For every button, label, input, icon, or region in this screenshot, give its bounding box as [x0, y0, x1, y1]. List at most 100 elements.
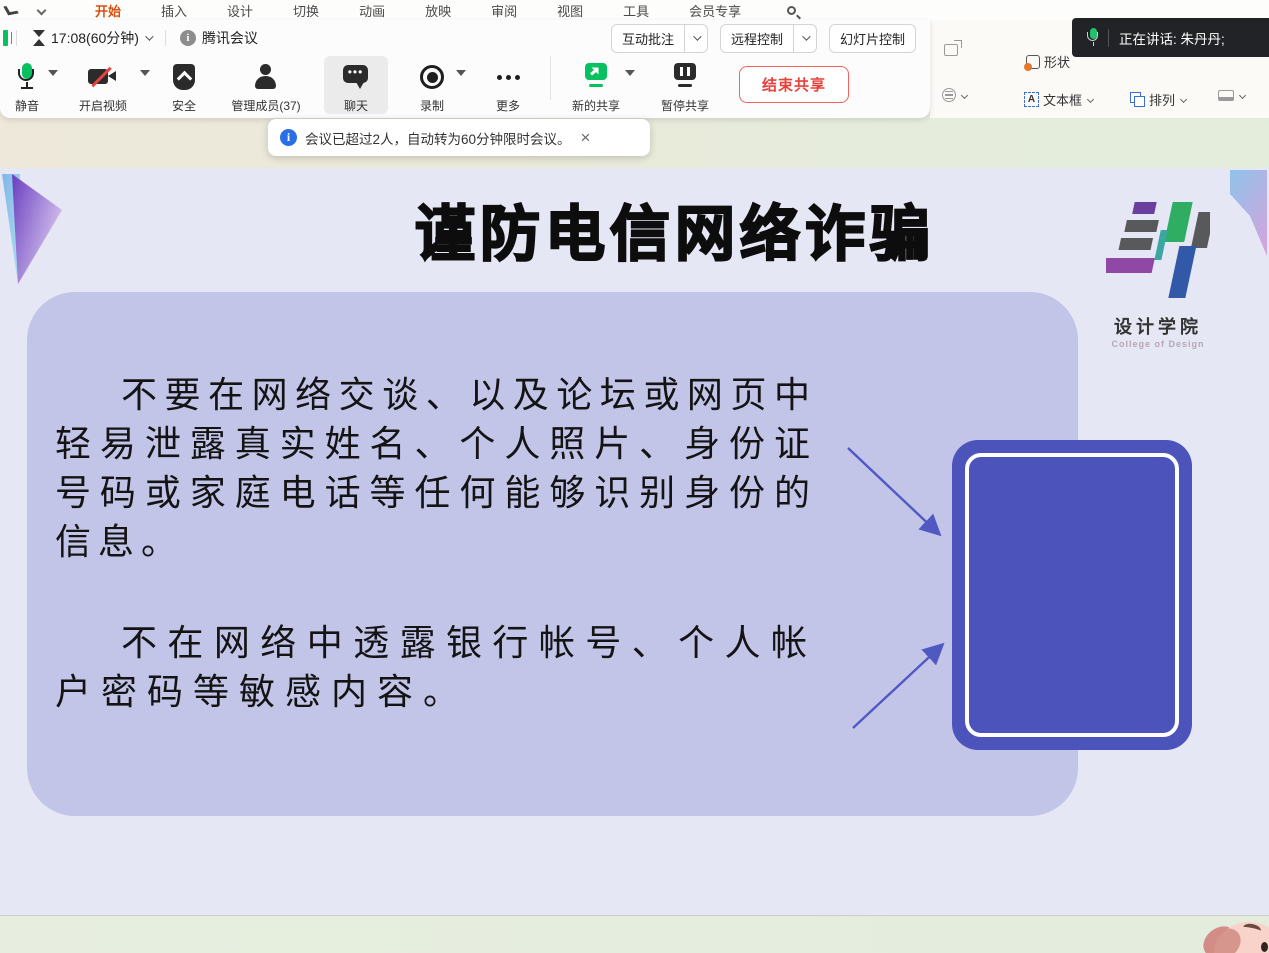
chevron-down-icon: [961, 91, 968, 98]
app-name: 腾讯会议: [202, 28, 258, 48]
blue-placeholder-rect: [952, 440, 1192, 750]
divider: [550, 56, 551, 100]
meeting-timer: 17:08(60分钟): [51, 28, 139, 48]
pause-share-label: 暂停共享: [661, 97, 709, 114]
camera-dropdown-icon[interactable]: [140, 70, 150, 76]
tab-animations[interactable]: 动画: [359, 1, 385, 20]
college-logo-mark: [1106, 196, 1210, 302]
quick-access-icon[interactable]: [3, 5, 18, 16]
slide-paragraph-1: 不要在网络交谈、以及论坛或网页中轻易泄露真实姓名、个人照片、身份证号码或家庭电话…: [55, 370, 817, 566]
camera-button[interactable]: 开启视频: [60, 56, 146, 114]
annotate-button[interactable]: 互动批注: [611, 24, 708, 53]
camera-label: 开启视频: [79, 97, 127, 114]
end-share-button[interactable]: 结束共享: [739, 66, 849, 103]
record-label: 录制: [420, 97, 444, 114]
pause-share-icon: [672, 63, 698, 91]
align-text-icon[interactable]: [942, 88, 967, 102]
remote-control-label: 远程控制: [721, 29, 793, 48]
close-icon[interactable]: ×: [581, 129, 591, 146]
mute-dropdown-icon[interactable]: [48, 70, 58, 76]
divider: [165, 30, 166, 46]
remote-control-button[interactable]: 远程控制: [720, 24, 817, 53]
bottom-strip: [0, 915, 1269, 953]
slide-control-label: 幻灯片控制: [830, 29, 915, 48]
college-logo-en: College of Design: [1096, 339, 1220, 349]
meeting-toolbar-bottom-row: 静音 开启视频 安全 管理成员(37) ••• 聊天 录制 更多: [0, 56, 930, 116]
chevron-down-icon: [1180, 96, 1187, 103]
college-logo-cn: 设计学院: [1096, 313, 1220, 339]
tab-home[interactable]: 开始: [95, 1, 121, 20]
divider: [16, 30, 17, 46]
chat-label: 聊天: [344, 97, 368, 114]
speaking-status-box: 正在讲话: 朱丹丹;: [1072, 18, 1269, 57]
textbox-icon: A: [1024, 92, 1039, 107]
meeting-toolbar-top-row: 17:08(60分钟) i 腾讯会议 互动批注 远程控制 幻灯片控制: [0, 22, 930, 54]
annotate-label: 互动批注: [612, 29, 684, 48]
remote-control-dropdown[interactable]: [793, 25, 816, 52]
tab-tools[interactable]: 工具: [623, 1, 649, 20]
tab-transitions[interactable]: 切换: [293, 1, 319, 20]
mute-button[interactable]: 静音: [0, 56, 54, 114]
shapes-icon: [1026, 55, 1040, 69]
annotate-dropdown[interactable]: [684, 25, 707, 52]
camera-off-icon: [88, 67, 118, 87]
more-button[interactable]: 更多: [476, 56, 540, 114]
chat-button[interactable]: ••• 聊天: [324, 56, 388, 114]
slide-control-button[interactable]: 幻灯片控制: [829, 24, 916, 53]
new-share-icon: [583, 63, 609, 91]
new-share-dropdown-icon[interactable]: [625, 70, 635, 76]
pointer-arrows: [830, 428, 962, 750]
more-label: 更多: [496, 97, 520, 114]
arrange-label: 排列: [1149, 90, 1175, 109]
slide-paragraph-2: 不在网络中透露银行帐号、个人帐户密码等敏感内容。: [55, 618, 817, 716]
tab-view[interactable]: 视图: [557, 1, 583, 20]
placeholder-icon: [1218, 90, 1234, 101]
tab-membership[interactable]: 会员专享: [689, 1, 741, 20]
speaking-status-text: 正在讲话: 朱丹丹;: [1119, 28, 1225, 48]
security-button[interactable]: 安全: [152, 56, 216, 114]
left-triangle-decoration: [0, 170, 64, 288]
tab-review[interactable]: 审阅: [491, 1, 517, 20]
chevron-down-icon: [1239, 92, 1246, 99]
info-icon: i: [280, 129, 297, 146]
shield-icon: [173, 64, 195, 90]
textbox-label: 文本框: [1043, 90, 1082, 109]
meeting-logo-fragment: [3, 30, 8, 46]
search-icon[interactable]: [787, 6, 796, 15]
meeting-toolbar: 17:08(60分钟) i 腾讯会议 互动批注 远程控制 幻灯片控制 静音: [0, 20, 930, 118]
shapes-label: 形状: [1044, 52, 1070, 71]
record-icon: [420, 65, 444, 89]
person-icon: [254, 64, 278, 90]
record-button[interactable]: 录制: [402, 56, 462, 114]
arrange-icon: [1130, 92, 1145, 107]
tab-insert[interactable]: 插入: [161, 1, 187, 20]
textbox-button[interactable]: A 文本框: [1024, 90, 1093, 109]
speaking-mic-icon: [1086, 28, 1100, 48]
chat-icon: •••: [343, 64, 369, 90]
new-share-button[interactable]: 新的共享: [561, 56, 631, 114]
slide-title: 谨防电信网络诈骗: [285, 186, 1065, 273]
microphone-icon: [17, 63, 37, 91]
placeholder-button[interactable]: [1218, 90, 1245, 101]
meeting-notification: i 会议已超过2人，自动转为60分钟限时会议。 ×: [268, 119, 650, 156]
pause-share-button[interactable]: 暂停共享: [645, 56, 725, 114]
tab-design[interactable]: 设计: [227, 1, 253, 20]
collapse-ribbon-icon[interactable]: [37, 5, 47, 15]
manage-members-button[interactable]: 管理成员(37): [216, 56, 316, 114]
info-icon[interactable]: i: [180, 30, 196, 46]
replace-slide-icon[interactable]: [944, 44, 958, 56]
shapes-button[interactable]: 形状: [1026, 52, 1070, 71]
mute-label: 静音: [15, 97, 39, 114]
timer-icon: [33, 30, 45, 46]
divider: [1108, 29, 1109, 47]
ppt-tab-row: 开始 插入 设计 切换 动画 放映 审阅 视图 工具 会员专享: [0, 0, 1269, 20]
pig-cartoon-image: [1198, 918, 1269, 953]
blue-rect-inner-outline: [965, 453, 1179, 737]
notification-text: 会议已超过2人，自动转为60分钟限时会议。: [305, 128, 571, 148]
chevron-down-icon[interactable]: [145, 32, 153, 40]
arrange-button[interactable]: 排列: [1130, 90, 1186, 109]
tab-slideshow[interactable]: 放映: [425, 1, 451, 20]
record-dropdown-icon[interactable]: [456, 70, 466, 76]
security-label: 安全: [172, 97, 196, 114]
chevron-down-icon: [1087, 96, 1094, 103]
